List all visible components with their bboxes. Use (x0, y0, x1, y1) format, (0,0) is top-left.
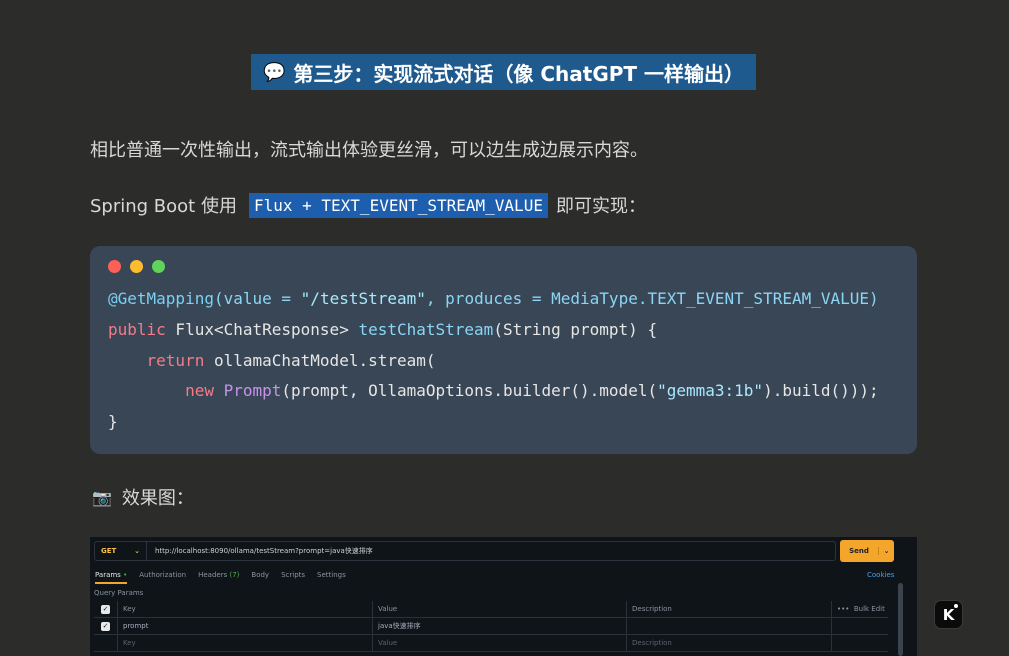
effect-caption-text: 效果图： (121, 488, 194, 509)
api-client-screenshot: GET ⌄ http://localhost:8090/ollama/testS… (90, 537, 917, 656)
send-button[interactable]: Send ⌄ (840, 540, 894, 562)
bulk-edit-link[interactable]: Bulk Edit (854, 605, 885, 613)
param-value[interactable]: java快速排序 (373, 618, 627, 634)
code-text: } (108, 412, 118, 432)
code-annotation: @GetMapping (108, 289, 214, 308)
highlighted-code: Flux + TEXT_EVENT_STREAM_VALUE (248, 192, 548, 218)
params-table: ✓ Key Value Description ••• Bulk Edit ✓ … (94, 601, 888, 652)
k-logo-icon[interactable]: K (934, 600, 963, 629)
green-dot-icon (152, 260, 165, 273)
tab-params[interactable]: Params • (95, 571, 128, 584)
checkbox-cell[interactable]: ✓ (94, 618, 118, 634)
code-text: ).build())); (763, 381, 879, 401)
code-content: @GetMapping(value = "/testStream", produ… (108, 284, 879, 438)
code-string: "gemma3:1b" (657, 381, 764, 401)
tab-headers[interactable]: Headers (7) (198, 571, 239, 584)
tab-count: (7) (229, 571, 240, 579)
effect-caption: 📷 效果图： (92, 484, 194, 510)
code-keyword: return (146, 350, 205, 370)
code-text: (String prompt) { (493, 319, 658, 339)
tab-label: Headers (198, 571, 228, 579)
chevron-down-icon: ⌄ (134, 547, 140, 555)
column-description: Description (627, 601, 832, 617)
table-header-row: ✓ Key Value Description ••• Bulk Edit (94, 601, 888, 618)
code-text: (value = (213, 289, 301, 308)
table-row: Key Value Description (94, 635, 888, 652)
method-label: GET (101, 547, 117, 555)
key-placeholder[interactable]: Key (118, 635, 373, 651)
paragraph-suffix: 即可实现： (555, 196, 646, 217)
checkbox-cell[interactable]: ✓ (94, 601, 118, 617)
section-heading: 💬 第三步：实现流式对话（像 ChatGPT 一样输出） (251, 54, 756, 90)
checkbox-checked-icon[interactable]: ✓ (101, 621, 110, 631)
request-tabs: Params • Authorization Headers (7) Body … (95, 571, 346, 584)
speech-bubble-icon: 💬 (262, 61, 286, 83)
query-params-label: Query Params (94, 589, 144, 597)
url-input[interactable]: http://localhost:8090/ollama/testStream?… (147, 546, 373, 556)
code-text: (prompt, OllamaOptions.builder().model( (281, 381, 658, 401)
spring-boot-paragraph: Spring Boot 使用 Flux + TEXT_EVENT_STREAM_… (90, 190, 646, 220)
code-text: Flux<ChatResponse> (165, 319, 359, 339)
param-description[interactable] (627, 618, 832, 634)
code-text: ollamaChatModel.stream( (204, 350, 436, 370)
code-block: @GetMapping(value = "/testStream", produ… (90, 246, 917, 454)
code-keyword: new (185, 381, 214, 401)
empty-cell (832, 618, 888, 634)
value-placeholder[interactable]: Value (373, 635, 627, 651)
tab-label: Params (95, 571, 121, 579)
column-value: Value (373, 601, 627, 617)
chevron-down-icon[interactable]: ⌄ (878, 547, 894, 555)
tab-settings[interactable]: Settings (317, 571, 346, 584)
code-class: Prompt (223, 381, 282, 401)
method-select[interactable]: GET ⌄ (95, 542, 147, 560)
code-function: testChatStream (358, 319, 494, 339)
more-icon[interactable]: ••• (837, 605, 849, 613)
bulk-edit-cell: ••• Bulk Edit (832, 601, 888, 617)
cookies-link[interactable]: Cookies (867, 571, 894, 579)
send-label: Send (849, 547, 869, 555)
red-dot-icon (108, 260, 121, 273)
code-text: , produces = MediaType.TEXT_EVENT_STREAM… (425, 289, 879, 308)
tab-body[interactable]: Body (251, 571, 269, 584)
tab-scripts[interactable]: Scripts (281, 571, 305, 584)
table-row: ✓ prompt java快速排序 (94, 618, 888, 635)
section-heading-text: 第三步：实现流式对话（像 ChatGPT 一样输出） (293, 61, 745, 86)
logo-letter: K (942, 605, 955, 624)
scrollbar[interactable] (898, 583, 903, 656)
param-key[interactable]: prompt (118, 618, 373, 634)
code-string: "/testStream" (300, 289, 426, 308)
intro-paragraph: 相比普通一次性输出，流式输出体验更丝滑，可以边生成边展示内容。 (90, 140, 648, 161)
description-placeholder[interactable]: Description (627, 635, 832, 651)
code-keyword: public (108, 319, 166, 339)
logo-dot (954, 604, 958, 608)
tab-indicator: • (123, 571, 128, 579)
column-key: Key (118, 601, 373, 617)
window-dots (108, 260, 165, 273)
checkbox-checked-icon[interactable]: ✓ (101, 604, 110, 614)
tab-authorization[interactable]: Authorization (139, 571, 186, 584)
empty-cell (832, 635, 888, 651)
camera-icon: 📷 (92, 487, 112, 507)
empty-cell (94, 635, 118, 651)
yellow-dot-icon (130, 260, 143, 273)
paragraph-prefix: Spring Boot 使用 (90, 196, 237, 217)
url-bar: GET ⌄ http://localhost:8090/ollama/testS… (94, 541, 836, 561)
